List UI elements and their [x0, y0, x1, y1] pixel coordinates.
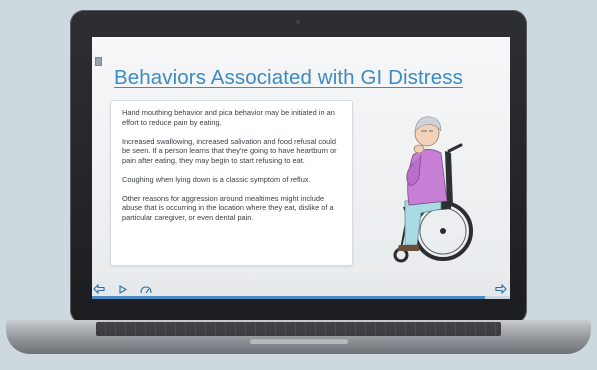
text-box: Hand mouthing behavior and pica behavior… [110, 100, 353, 266]
keyboard [96, 322, 501, 336]
play-icon[interactable] [118, 283, 128, 295]
speed-gauge-icon[interactable] [139, 283, 153, 295]
trackpad [250, 338, 348, 344]
progress-bar[interactable] [92, 296, 510, 299]
progress-bar-fill [92, 296, 485, 299]
elderly-woman-in-wheelchair-illustration [393, 116, 473, 263]
laptop-screen: Behaviors Associated with GI Distress Ha… [92, 37, 510, 299]
arrow-left-icon[interactable] [92, 283, 106, 295]
webcam [296, 20, 300, 24]
paragraph-4: Other reasons for aggression around meal… [122, 193, 334, 222]
slide-menu-icon[interactable] [95, 57, 102, 66]
paragraph-2: Increased swallowing, increased salivati… [122, 136, 337, 165]
paragraph-3: Coughing when lying down is a classic sy… [122, 174, 311, 184]
paragraph-1: Hand mouthing behavior and pica behavior… [122, 108, 335, 127]
player-control-bar [92, 281, 510, 299]
slide: Behaviors Associated with GI Distress Ha… [92, 37, 510, 281]
arrow-right-icon[interactable] [494, 283, 508, 295]
slide-title: Behaviors Associated with GI Distress [114, 66, 463, 89]
